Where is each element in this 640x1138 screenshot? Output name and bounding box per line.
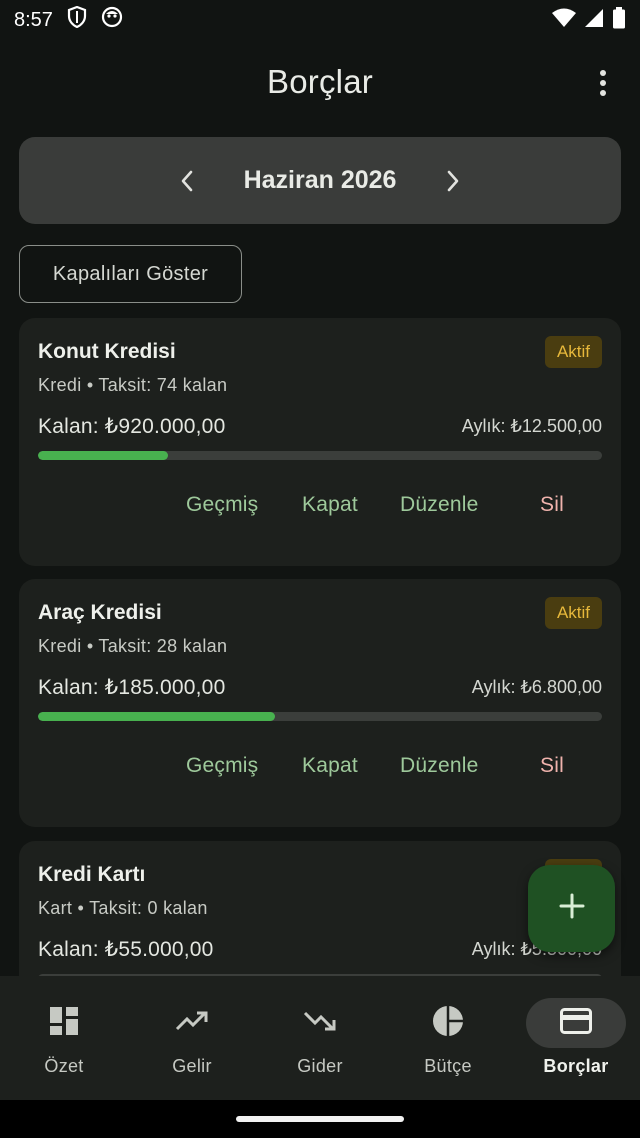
nav-item-debts[interactable]: Borçlar (512, 976, 640, 1100)
status-badge: Aktif (544, 336, 602, 368)
edit-button[interactable]: Düzenle (400, 493, 478, 517)
more-options-icon[interactable] (588, 66, 618, 100)
delete-button[interactable]: Sil (540, 493, 564, 517)
nav-label: Bütçe (424, 1056, 472, 1076)
remaining-amount: Kalan: ₺920.000,00 (38, 415, 226, 438)
history-button[interactable]: Geçmiş (186, 493, 258, 517)
nav-label: Borçlar (543, 1056, 609, 1076)
monthly-amount: Aylık: ₺6.800,00 (471, 677, 602, 697)
nav-label: Özet (44, 1056, 84, 1076)
progress-bar (38, 712, 602, 721)
nav-label: Gelir (172, 1056, 212, 1076)
remaining-amount: Kalan: ₺55.000,00 (38, 938, 214, 961)
close-debt-button[interactable]: Kapat (302, 754, 358, 778)
app-bar: Borçlar (0, 40, 640, 124)
status-badge: Aktif (544, 597, 602, 629)
credit-card-icon (560, 1007, 592, 1039)
shield-icon (67, 5, 87, 34)
debt-name: Konut Kredisi (38, 340, 176, 363)
card-actions: Geçmiş Kapat Düzenle Sil (19, 754, 621, 790)
plus-icon (559, 893, 585, 924)
close-debt-button[interactable]: Kapat (302, 493, 358, 517)
debt-name: Kredi Kartı (38, 863, 146, 886)
remaining-amount: Kalan: ₺185.000,00 (38, 676, 226, 699)
debt-subtitle: Kredi • Taksit: 74 kalan (38, 375, 228, 395)
home-gesture-handle[interactable] (236, 1116, 404, 1122)
nav-item-summary[interactable]: Özet (0, 976, 128, 1100)
status-bar: 8:57 (0, 0, 640, 40)
status-time: 8:57 (14, 8, 53, 31)
history-button[interactable]: Geçmiş (186, 754, 258, 778)
next-month-icon[interactable] (438, 166, 468, 196)
edit-button[interactable]: Düzenle (400, 754, 478, 778)
signal-icon (584, 8, 604, 33)
nav-item-income[interactable]: Gelir (128, 976, 256, 1100)
debt-card: Araç Kredisi Aktif Kredi • Taksit: 28 ka… (19, 579, 621, 827)
page-title: Borçlar (267, 63, 373, 100)
month-label: Haziran 2026 (243, 166, 397, 194)
progress-fill (38, 451, 168, 460)
previous-month-icon[interactable] (172, 166, 202, 196)
app-notification-icon (101, 6, 123, 34)
nav-item-budget[interactable]: Bütçe (384, 976, 512, 1100)
nav-item-expense[interactable]: Gider (256, 976, 384, 1100)
trending-up-icon (175, 1010, 209, 1037)
add-debt-button[interactable] (528, 865, 615, 952)
debt-name: Araç Kredisi (38, 601, 162, 624)
monthly-amount: Aylık: ₺12.500,00 (461, 416, 602, 436)
card-actions: Geçmiş Kapat Düzenle Sil (19, 493, 621, 529)
bottom-navigation: Özet Gelir Gider Bütçe Borçlar (0, 976, 640, 1100)
show-closed-button[interactable]: Kapalıları Göster (19, 245, 242, 303)
pie-chart-icon (432, 1005, 464, 1042)
progress-bar (38, 451, 602, 460)
wifi-icon (552, 8, 576, 33)
dashboard-icon (49, 1006, 79, 1041)
debt-subtitle: Kredi • Taksit: 28 kalan (38, 636, 228, 656)
battery-icon (612, 6, 626, 34)
delete-button[interactable]: Sil (540, 754, 564, 778)
debt-card: Konut Kredisi Aktif Kredi • Taksit: 74 k… (19, 318, 621, 566)
trending-down-icon (303, 1010, 337, 1037)
progress-fill (38, 712, 275, 721)
nav-label: Gider (297, 1056, 343, 1076)
month-selector: Haziran 2026 (19, 137, 621, 224)
debt-subtitle: Kart • Taksit: 0 kalan (38, 898, 208, 918)
